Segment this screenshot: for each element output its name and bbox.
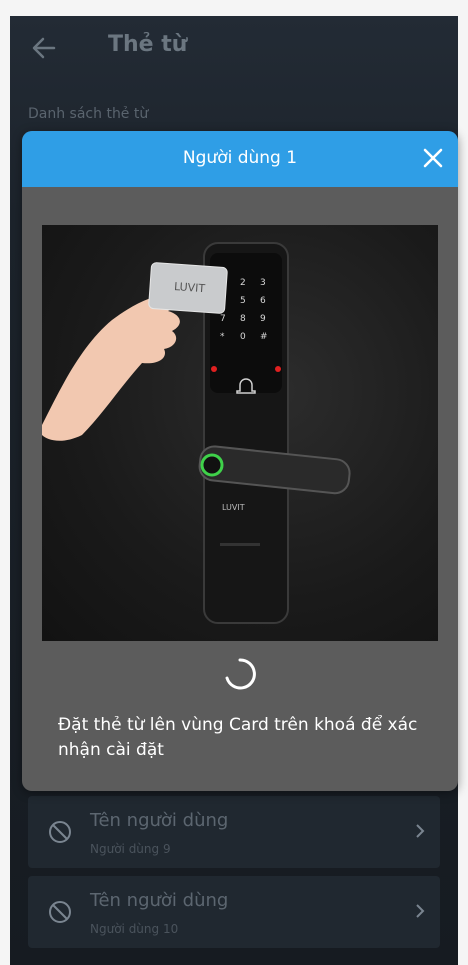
- status-led: [275, 366, 281, 372]
- ban-icon: [49, 901, 71, 923]
- svg-text:8: 8: [240, 314, 246, 324]
- app-bar: Thẻ từ: [10, 16, 458, 80]
- fingerprint-sensor-icon: [200, 453, 224, 477]
- instruction-text: Đặt thẻ từ lên vùng Card trên khoá để xá…: [58, 715, 418, 760]
- lock-brand: LUVIT: [222, 503, 245, 512]
- back-arrow-icon[interactable]: [30, 34, 58, 62]
- close-icon[interactable]: [420, 145, 446, 171]
- svg-text:*: *: [220, 332, 225, 342]
- add-card-dialog: Người dùng 1 1 2 3 4 5 6 7 8 9 * 0 #: [22, 131, 458, 791]
- smart-lock-illustration: 1 2 3 4 5 6 7 8 9 * 0 # LUVIT: [42, 225, 438, 641]
- svg-text:7: 7: [220, 314, 226, 324]
- chevron-right-icon: [416, 824, 425, 838]
- list-item-subtitle: Người dùng 9: [90, 842, 171, 856]
- svg-text:9: 9: [260, 314, 266, 324]
- chevron-right-icon: [416, 904, 425, 918]
- dialog-title: Người dùng 1: [182, 148, 298, 168]
- smart-lock-image: 1 2 3 4 5 6 7 8 9 * 0 # LUVIT: [42, 242, 351, 624]
- ban-icon: [49, 821, 71, 843]
- loading-spinner-icon: [225, 658, 256, 690]
- list-item-name: Tên người dùng: [90, 890, 229, 911]
- key-slot: [220, 543, 260, 546]
- list-item-subtitle: Người dùng 10: [90, 922, 179, 936]
- svg-text:6: 6: [260, 296, 266, 306]
- list-item-name: Tên người dùng: [90, 810, 229, 831]
- dialog-header: Người dùng 1: [22, 131, 458, 187]
- svg-text:3: 3: [260, 278, 266, 288]
- page-title: Thẻ từ: [108, 32, 188, 57]
- card-brand: LUVIT: [174, 280, 206, 295]
- svg-text:#: #: [260, 332, 268, 342]
- svg-text:5: 5: [240, 296, 246, 306]
- section-label: Danh sách thẻ từ: [28, 106, 149, 122]
- status-led: [211, 366, 217, 372]
- hand: [42, 293, 180, 441]
- user-list: Tên người dùng Người dùng 9 Tên người dù…: [28, 796, 440, 956]
- svg-text:0: 0: [240, 332, 246, 342]
- svg-text:2: 2: [240, 278, 246, 288]
- list-item[interactable]: Tên người dùng Người dùng 9: [28, 796, 440, 868]
- list-item[interactable]: Tên người dùng Người dùng 10: [28, 876, 440, 948]
